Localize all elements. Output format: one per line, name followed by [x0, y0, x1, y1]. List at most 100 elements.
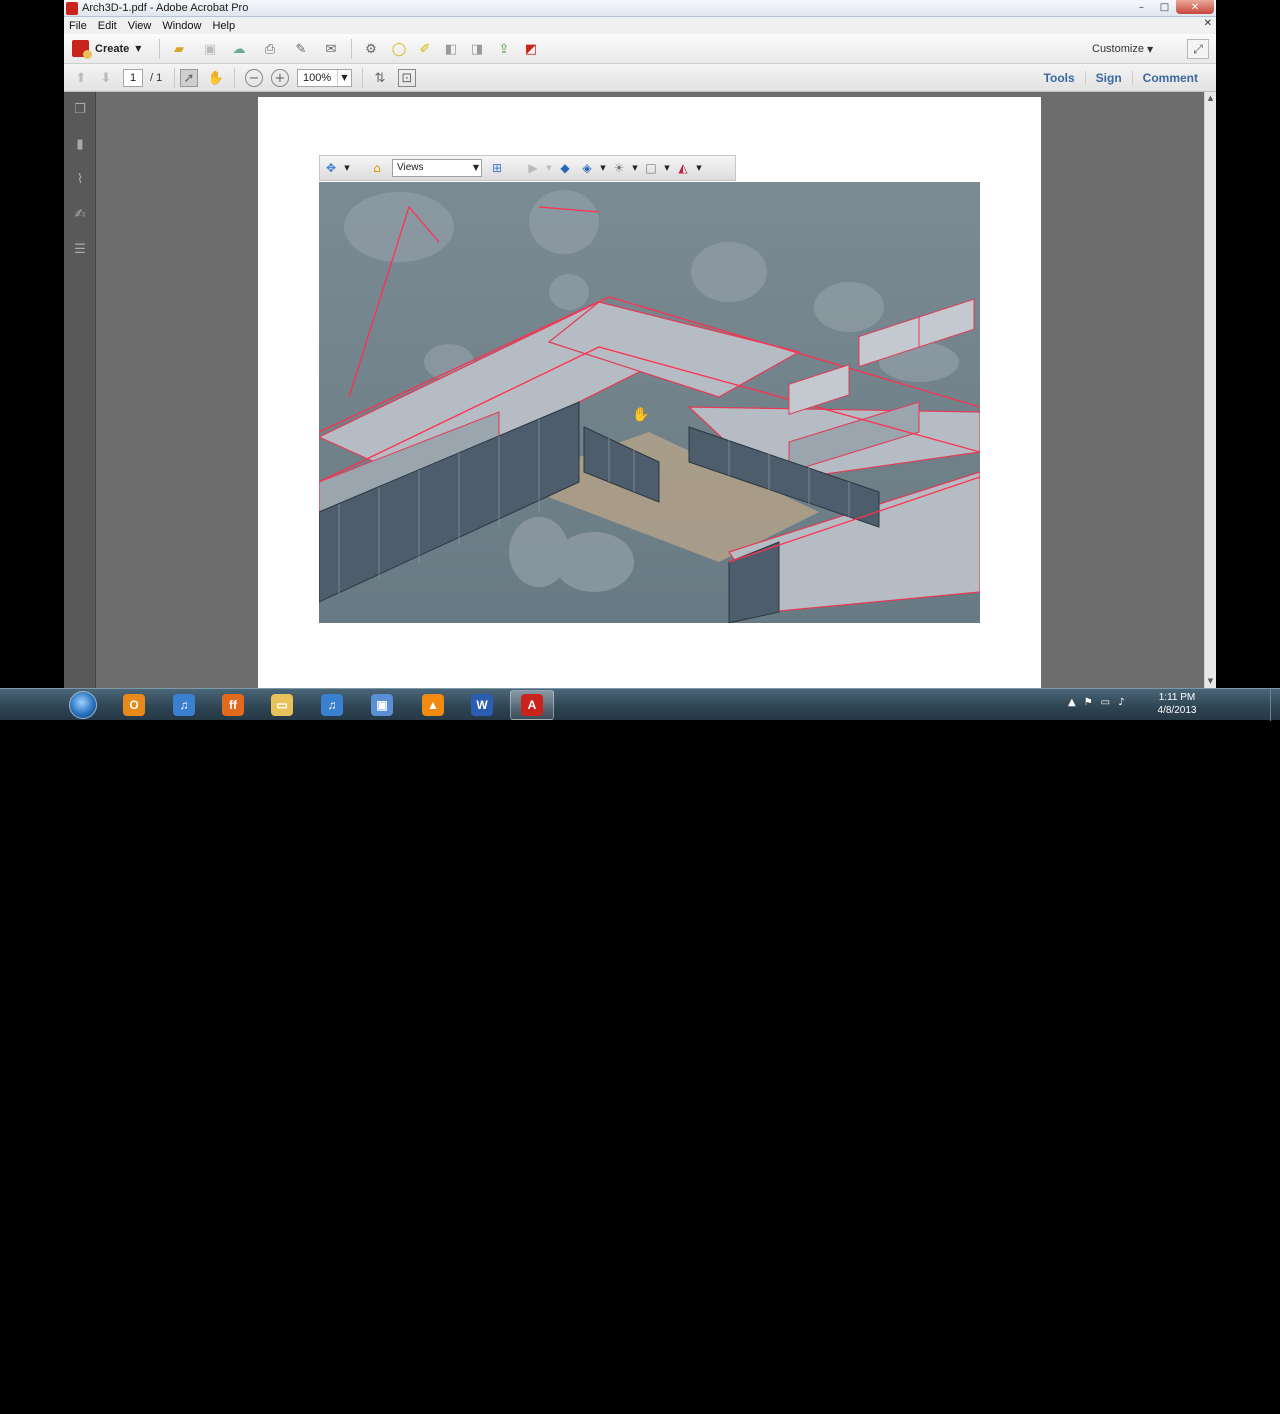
upload-icon[interactable]: ☁ [230, 40, 248, 58]
model-tree-icon[interactable]: ☰ [71, 240, 89, 258]
word-icon: W [471, 694, 493, 716]
hand-tool-icon[interactable]: ✋ [207, 69, 225, 87]
windows-taskbar: O ♫ ff ▭ ♫ ▣ ▲ W A BIMShift ▲ ⚑ ▭ ♪ 1:11 PM 4/8/… [0, 688, 1280, 1414]
navigation-toolbar: ⬆ ⬇ 1 / 1 ➚ ✋ − + 100% ▼ ⇅ ⊡ Tools Sign C… [64, 64, 1216, 92]
open-icon[interactable]: ▰ [170, 40, 188, 58]
email-icon[interactable]: ✉ [322, 40, 340, 58]
gear-icon[interactable]: ⚙ [362, 40, 380, 58]
vertical-scrollbar[interactable]: ▲ ▼ [1204, 92, 1216, 688]
taskbar-word-button[interactable]: W [460, 690, 504, 720]
maximize-button[interactable]: □ [1153, 0, 1176, 14]
taskbar-explorer-button[interactable]: ▭ [260, 690, 304, 720]
cross-section-icon[interactable]: ◭ [672, 157, 694, 179]
chevron-down-icon[interactable]: ▼ [544, 157, 554, 179]
full-screen-icon[interactable]: ⤢ [1187, 39, 1209, 59]
play-animation-icon[interactable]: ▶ [522, 157, 544, 179]
customize-label: Customize [1092, 43, 1144, 55]
edit-icon[interactable]: ✎ [292, 40, 310, 58]
windows-logo-icon [69, 691, 97, 719]
volume-icon[interactable]: ♪ [1118, 697, 1124, 708]
customize-menu[interactable]: Customize ▼ [1092, 43, 1153, 55]
scroll-down-icon[interactable]: ▼ [1205, 676, 1216, 687]
taskbar-firefox-button[interactable]: ff [211, 690, 255, 720]
fit-page-icon[interactable]: ⊡ [398, 69, 416, 87]
zoom-select[interactable]: 100% ▼ [297, 69, 352, 87]
signatures-icon[interactable]: ✍ [71, 205, 89, 223]
chevron-down-icon[interactable]: ▼ [662, 157, 672, 179]
close-button[interactable]: ✕ [1176, 0, 1214, 14]
fit-width-icon[interactable]: ⇅ [371, 69, 389, 87]
minimize-button[interactable]: – [1130, 0, 1153, 14]
acrobat-app-icon [66, 2, 78, 15]
export-icon[interactable]: ⇪ [495, 40, 513, 58]
create-button[interactable]: Create ▼ [72, 40, 142, 59]
show-hidden-icons[interactable]: ▲ [1068, 697, 1076, 708]
highlight-icon[interactable]: ✐ [416, 40, 434, 58]
page-number-input[interactable]: 1 [123, 69, 143, 87]
tools-link[interactable]: Tools [1034, 71, 1085, 85]
zoom-in-icon[interactable]: + [271, 69, 289, 87]
toolbar-divider [351, 39, 352, 59]
toolbar-divider [159, 39, 160, 59]
save-icon[interactable]: ▣ [201, 40, 219, 58]
taskbar-outlook-button[interactable]: O [112, 690, 156, 720]
chevron-down-icon[interactable]: ▼ [630, 157, 640, 179]
stamp-icon[interactable]: ◧ [442, 40, 460, 58]
attachments-icon[interactable]: ⌇ [71, 170, 89, 188]
itunes2-icon: ♫ [321, 694, 343, 716]
bookmarks-icon[interactable]: ▮ [71, 135, 89, 153]
chevron-down-icon[interactable]: ▼ [598, 157, 608, 179]
chevron-down-icon: ▼ [135, 44, 142, 53]
3d-model-viewport[interactable]: ✋ [319, 182, 980, 623]
zoom-out-icon[interactable]: − [245, 69, 263, 87]
projection-icon[interactable]: ◆ [554, 157, 576, 179]
taskbar-itunes2-button[interactable]: ♫ [310, 690, 354, 720]
home-view-icon[interactable]: ⌂ [366, 157, 388, 179]
chevron-down-icon[interactable]: ▼ [342, 157, 352, 179]
building-model-render: ✋ [319, 182, 980, 623]
create-label: Create [95, 42, 130, 55]
menu-edit[interactable]: Edit [98, 20, 117, 32]
page-total: / 1 [150, 72, 163, 84]
lighting-icon[interactable]: ☀ [608, 157, 630, 179]
document-close-icon[interactable]: ✕ [1204, 18, 1212, 29]
next-page-icon[interactable]: ⬇ [97, 69, 115, 87]
page-thumbnails-icon[interactable]: ❐ [71, 100, 89, 118]
sign-link[interactable]: Sign [1084, 71, 1132, 85]
previous-page-icon[interactable]: ⬆ [72, 69, 90, 87]
network-icon[interactable]: ▭ [1101, 697, 1110, 708]
chevron-down-icon: ▼ [472, 163, 479, 172]
background-color-icon[interactable]: □ [640, 157, 662, 179]
select-tool-icon[interactable]: ➚ [180, 69, 198, 87]
window-controls: – □ ✕ [1130, 0, 1214, 14]
clock-date: 4/8/2013 [1157, 705, 1197, 716]
system-clock[interactable]: 1:11 PM 4/8/2013 [1152, 691, 1202, 717]
render-mode-icon[interactable]: ◈ [576, 157, 598, 179]
comment-link[interactable]: Comment [1131, 71, 1208, 85]
taskbar-itunes-button[interactable]: ♫ [162, 690, 206, 720]
print-icon[interactable]: ⎙ [261, 40, 279, 58]
pdf-page: ✥ ▼ ⌂ Views ▼ ⊞ ▶ ▼ ◆ ◈ ▼ ☀ ▼ □ ▼ ◭ ▼ ✋ [258, 97, 1041, 688]
taskbar-remote-button[interactable]: ▣ [360, 690, 404, 720]
start-button[interactable] [66, 689, 100, 721]
attach-icon[interactable]: ◨ [468, 40, 486, 58]
scroll-up-icon[interactable]: ▲ [1205, 93, 1216, 104]
menu-window[interactable]: Window [162, 20, 201, 32]
title-bar[interactable]: Arch3D-1.pdf - Adobe Acrobat Pro – □ ✕ [64, 0, 1216, 17]
create-icon [72, 40, 92, 59]
firefox-icon: ff [222, 694, 244, 716]
comment-icon[interactable]: ◯ [390, 40, 408, 58]
taskbar-vlc-button[interactable]: ▲ [411, 690, 455, 720]
remote-icon: ▣ [371, 694, 393, 716]
flag-icon[interactable]: ⚑ [1084, 697, 1093, 708]
model-tree-toggle-icon[interactable]: ⊞ [486, 157, 508, 179]
views-dropdown[interactable]: Views ▼ [392, 159, 482, 177]
taskbar-acrobat-button[interactable]: A [510, 690, 554, 720]
menu-view[interactable]: View [128, 20, 152, 32]
forms-icon[interactable]: ◩ [522, 40, 540, 58]
menu-help[interactable]: Help [212, 20, 235, 32]
rotate-tool-icon[interactable]: ✥ [320, 157, 342, 179]
show-desktop-button[interactable] [1270, 689, 1280, 721]
chevron-down-icon[interactable]: ▼ [694, 157, 704, 179]
menu-file[interactable]: File [69, 20, 87, 32]
